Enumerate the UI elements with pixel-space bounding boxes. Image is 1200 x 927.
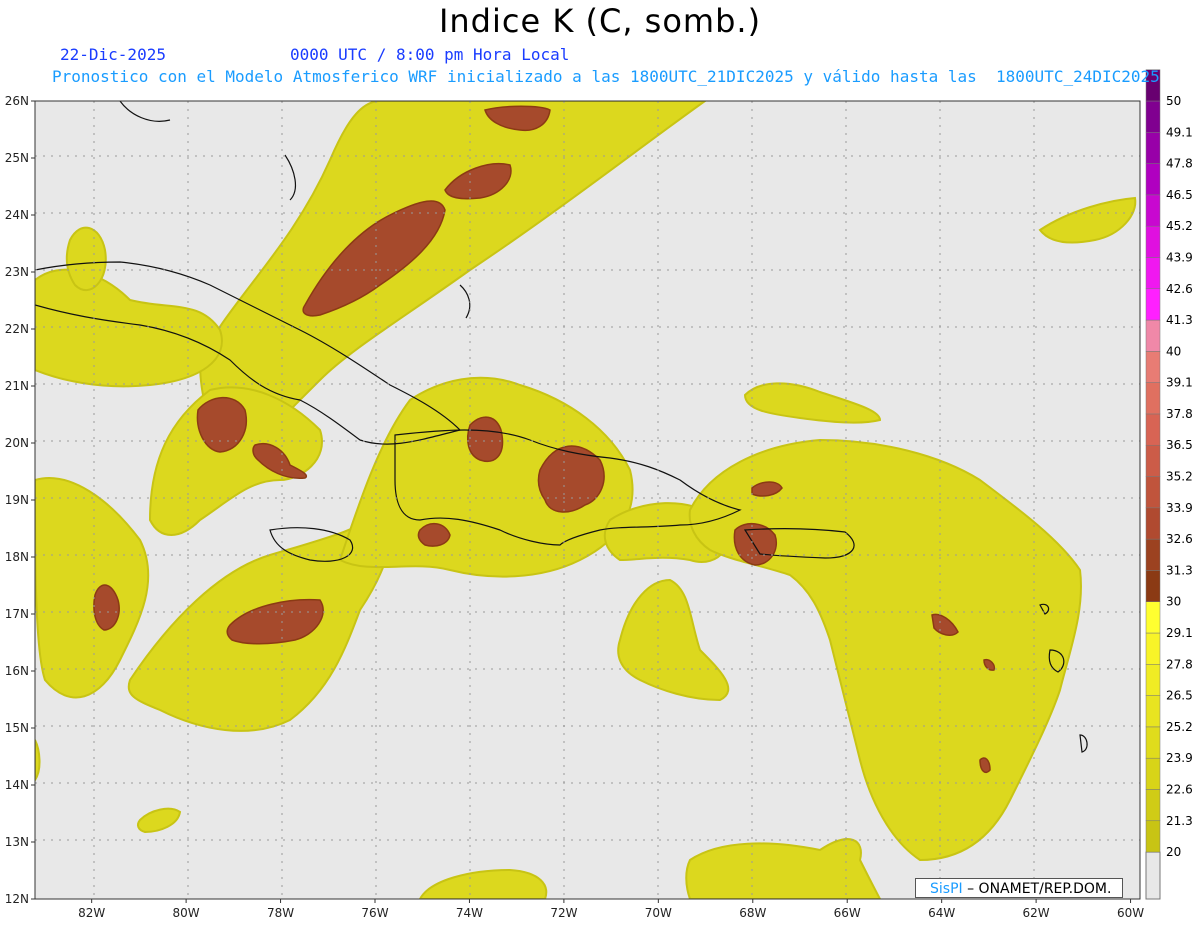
credit-brand: SisPI xyxy=(930,881,963,897)
colorbar-swatch xyxy=(1145,632,1161,665)
colorbar-label: 27.8 xyxy=(1166,657,1193,671)
field-region xyxy=(65,226,107,292)
colorbar-label: 30 xyxy=(1166,595,1181,609)
lat-tick-label: 14N xyxy=(5,778,29,792)
lon-tick-label: 78W xyxy=(267,906,294,920)
colorbar-swatch xyxy=(1145,163,1161,196)
lat-tick-label: 26N xyxy=(5,94,29,108)
forecast-date: 22-Dic-2025 xyxy=(60,45,166,64)
lat-tick-label: 17N xyxy=(5,607,29,621)
lon-tick-label: 60W xyxy=(1117,906,1144,920)
lon-tick-label: 80W xyxy=(173,906,200,920)
colorbar-label: 22.6 xyxy=(1166,782,1193,796)
credit-badge: SisPI – ONAMET/REP.DOM. xyxy=(915,878,1123,898)
field-region xyxy=(467,416,504,462)
colorbar-swatch xyxy=(1145,820,1161,853)
lat-tick-label: 16N xyxy=(5,664,29,678)
lat-tick-label: 21N xyxy=(5,379,29,393)
colorbar-label: 29.1 xyxy=(1166,626,1193,640)
credit-org: – ONAMET/REP.DOM. xyxy=(967,881,1112,897)
colorbar-label: 41.3 xyxy=(1166,313,1193,327)
lon-tick-label: 74W xyxy=(456,906,483,920)
colorbar-swatch xyxy=(1145,664,1161,696)
colorbar-swatch xyxy=(1145,570,1161,602)
lat-tick-label: 23N xyxy=(5,265,29,279)
map-figure: 12N 13N 14N 15N 16N 17N 18N 19N 20N 21N 22N 23N 24N 2… xyxy=(5,69,1193,920)
colorbar-swatch xyxy=(1145,476,1161,509)
colorbar-label: 49.1 xyxy=(1166,125,1193,139)
colorbar-label: 45.2 xyxy=(1166,219,1193,233)
colorbar-swatch xyxy=(1145,319,1161,352)
lat-tick-label: 24N xyxy=(5,208,29,222)
lon-tick-label: 70W xyxy=(645,906,672,920)
colorbar-label: 46.5 xyxy=(1166,188,1193,202)
lat-tick-label: 19N xyxy=(5,493,29,507)
colorbar-swatch xyxy=(1145,726,1161,759)
colorbar-label: 42.6 xyxy=(1166,282,1193,296)
lon-tick-label: 82W xyxy=(78,906,105,920)
colorbar-label: 40 xyxy=(1166,344,1181,358)
colorbar-label: 32.6 xyxy=(1166,532,1193,546)
lon-tick-label: 76W xyxy=(361,906,388,920)
colorbar-label: 47.8 xyxy=(1166,157,1193,171)
colorbar-label: 21.3 xyxy=(1166,814,1193,828)
colorbar-swatch xyxy=(1145,351,1161,383)
colorbar-label: 39.1 xyxy=(1166,376,1193,390)
colorbar-swatch xyxy=(1145,132,1161,164)
colorbar-swatch xyxy=(1145,507,1161,540)
colorbar-label: 31.3 xyxy=(1166,563,1193,577)
colorbar-label: 50 xyxy=(1166,94,1181,108)
map-title: Indice K (C, somb.) xyxy=(438,2,762,40)
colorbar-swatch xyxy=(1145,757,1161,790)
colorbar-label: 20 xyxy=(1166,845,1181,859)
colorbar-label: 33.9 xyxy=(1166,501,1193,515)
colorbar-label: 36.5 xyxy=(1166,438,1193,452)
colorbar-swatch xyxy=(1145,789,1161,822)
lon-tick-label: 66W xyxy=(834,906,861,920)
colorbar-label: 35.2 xyxy=(1166,470,1193,484)
colorbar-label: 37.8 xyxy=(1166,407,1193,421)
colorbar-swatch xyxy=(1145,444,1161,477)
colorbar-swatch xyxy=(1145,100,1161,133)
colorbar-label: 26.5 xyxy=(1166,689,1193,703)
colorbar-swatch xyxy=(1145,851,1161,900)
lon-tick-label: 72W xyxy=(550,906,577,920)
forecast-subtitle: Pronostico con el Modelo Atmosferico WRF… xyxy=(52,67,1160,86)
colorbar-swatch xyxy=(1145,695,1161,728)
colorbar-label: 43.9 xyxy=(1166,250,1193,264)
lon-tick-label: 62W xyxy=(1023,906,1050,920)
lat-tick-label: 25N xyxy=(5,151,29,165)
lat-tick-label: 20N xyxy=(5,436,29,450)
colorbar-label: 25.2 xyxy=(1166,720,1193,734)
colorbar-swatch xyxy=(1145,538,1161,571)
lat-tick-label: 22N xyxy=(5,322,29,336)
colorbar-swatch xyxy=(1145,601,1161,634)
lat-tick-label: 15N xyxy=(5,721,29,735)
lon-tick-label: 64W xyxy=(928,906,955,920)
colorbar: 20 21.3 22.6 23.9 25.2 26.5 27.8 29.1 30 31.3 32.6… xyxy=(1145,69,1193,900)
lat-tick-label: 13N xyxy=(5,835,29,849)
field-region xyxy=(685,838,882,899)
colorbar-swatch xyxy=(1145,225,1161,258)
colorbar-swatch xyxy=(1145,194,1161,227)
lat-tick-label: 18N xyxy=(5,550,29,564)
lat-tick-label: 12N xyxy=(5,892,29,906)
colorbar-label: 23.9 xyxy=(1166,751,1193,765)
colorbar-swatch xyxy=(1145,288,1161,321)
field-region xyxy=(417,523,451,547)
colorbar-swatch xyxy=(1145,382,1161,415)
colorbar-swatch xyxy=(1145,413,1161,446)
forecast-time: 0000 UTC / 8:00 pm Hora Local xyxy=(290,45,570,64)
lon-tick-label: 68W xyxy=(739,906,766,920)
colorbar-swatch xyxy=(1145,257,1161,290)
